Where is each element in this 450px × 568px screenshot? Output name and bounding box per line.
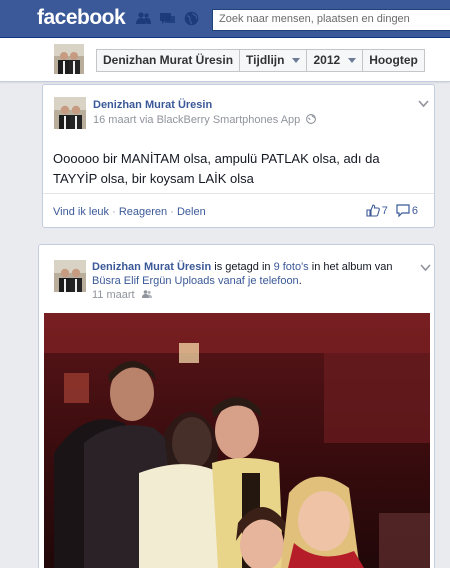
post-text: Oooooo bir MANİTAM olsa, ampulü PATLAK o… [53,151,380,186]
globe-icon [306,114,317,124]
timeline-nav: Denizhan Murat Üresin Tijdlijn 2012 Hoog… [0,38,450,82]
friends-privacy-icon [141,290,152,298]
status-post: Denizhan Murat Üresin 16 maart via Black… [42,84,435,228]
post-title: Denizhan Murat Üresin is getagd in 9 fot… [92,260,422,288]
crumb-year[interactable]: 2012 [307,50,364,71]
thumbs-up-icon [366,204,380,217]
comment-count[interactable]: 6 [396,204,418,217]
engagement-counts: 7 6 [366,204,418,217]
notifications-icon[interactable] [184,11,199,26]
crumb-highlights[interactable]: Hoogtep [363,50,425,71]
separator: · [167,206,177,218]
post-header: Denizhan Murat Üresin is getagd in 9 fot… [92,260,422,302]
separator: · [109,206,119,218]
avatar[interactable] [54,97,86,129]
crumb-timeline[interactable]: Tijdlijn [240,50,308,71]
breadcrumb: Denizhan Murat Üresin Tijdlijn 2012 Hoog… [96,49,425,72]
chevron-down-icon [292,58,301,63]
album-link[interactable]: Büsra Elif Ergün Uploads vanaf je telefo… [92,275,299,287]
author-name[interactable]: Denizhan Murat Üresin [92,261,211,273]
comment-link[interactable]: Reageren [119,206,167,218]
friends-icon[interactable] [136,11,151,26]
avatar[interactable] [54,44,84,74]
avatar[interactable] [54,260,86,292]
like-count[interactable]: 7 [366,204,388,217]
period: . [298,275,302,287]
author-name[interactable]: Denizhan Murat Üresin [93,98,316,113]
share-link[interactable]: Delen [177,206,206,218]
chevron-down-icon[interactable] [420,264,431,272]
post-footer: Vind ik leuk · Reageren · Delen 7 6 [43,193,434,227]
post-actions: Vind ik leuk · Reageren · Delen [53,206,206,218]
post-timestamp[interactable]: 16 maart via BlackBerry Smartphones App [93,114,300,126]
facebook-logo[interactable]: facebook [37,6,126,30]
crumb-profile-name[interactable]: Denizhan Murat Üresin [97,50,241,71]
album-text: in het album van [308,261,393,273]
post-meta: 16 maart via BlackBerry Smartphones App [93,113,317,128]
tagged-text: is getagd in [211,261,274,273]
comment-icon [396,204,410,217]
like-link[interactable]: Vind ik leuk [53,206,109,218]
post-meta: 11 maart [92,288,422,302]
chevron-down-icon[interactable] [418,100,429,108]
post-header: Denizhan Murat Üresin 16 maart via Black… [93,98,317,128]
post-timestamp[interactable]: 11 maart [92,289,135,301]
search-input[interactable]: Zoek naar mensen, plaatsen en dingen [212,9,450,31]
tagged-photo[interactable] [44,313,430,568]
photo-post: Denizhan Murat Üresin is getagd in 9 fot… [38,244,435,568]
top-bar: facebook Zoek naar mensen, plaatsen en d… [0,0,450,38]
photos-link[interactable]: 9 foto's [274,261,309,273]
chevron-down-icon [348,58,357,63]
messages-icon[interactable] [160,11,175,26]
